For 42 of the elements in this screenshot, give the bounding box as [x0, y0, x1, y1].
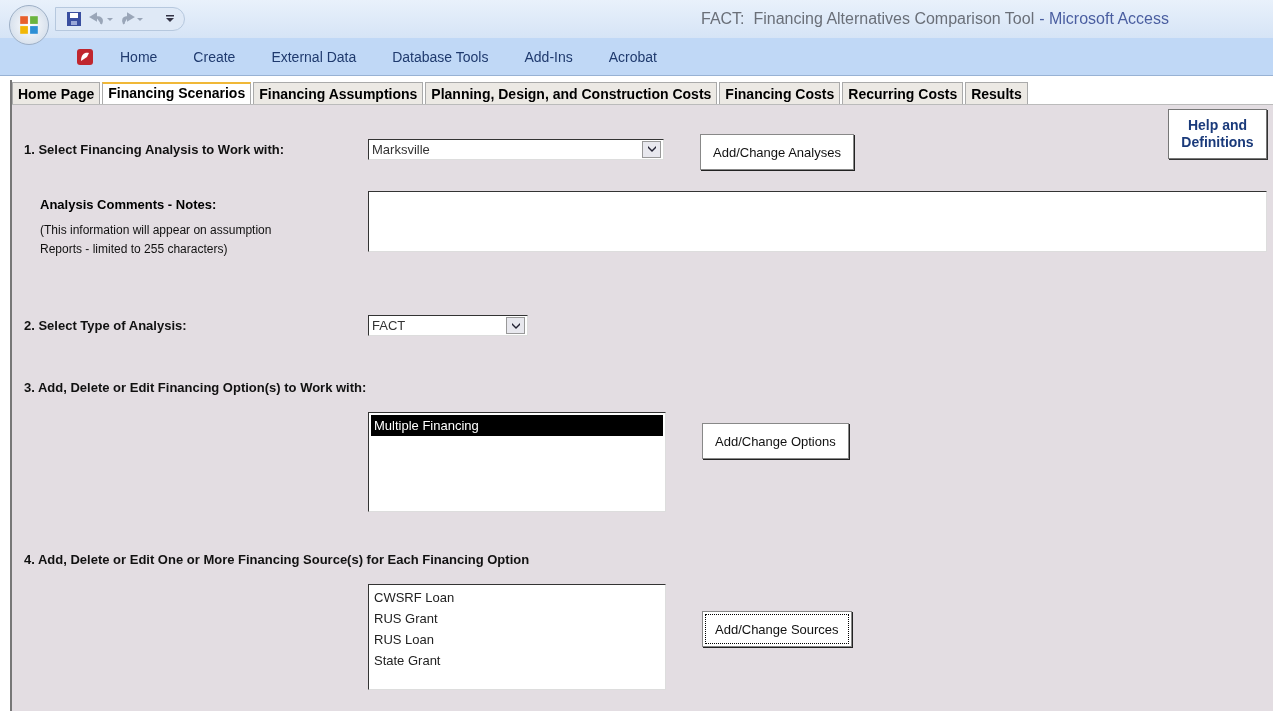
add-change-sources-button[interactable]: Add/Change Sources [702, 611, 852, 647]
dropdown-icon[interactable] [506, 317, 525, 334]
ribbon-tab[interactable]: Create [193, 48, 236, 65]
form-tab[interactable]: Financing Scenarios [102, 82, 252, 104]
options-listbox[interactable]: Multiple Financing [368, 412, 666, 512]
comments-hint: (This information will appear on assumption Reports - limited to 255 characters) [40, 222, 273, 258]
comments-field[interactable] [368, 191, 1267, 252]
form-tab[interactable]: Recurring Costs [842, 82, 964, 104]
list-item[interactable]: State Grant [371, 650, 663, 671]
form-tab[interactable]: Results [965, 82, 1028, 104]
list-item[interactable]: RUS Loan [371, 629, 663, 650]
comments-label: Analysis Comments - Notes: [40, 196, 218, 212]
step-label: 4. Add, Delete or Edit One or More Financing Source(s) for Each Financing Option [24, 552, 531, 567]
ribbon-tab[interactable]: Add-Ins [524, 48, 573, 65]
step-label: 3. Add, Delete or Edit Financing Option(s) to Work with: [24, 380, 368, 395]
customize-icon[interactable] [166, 14, 174, 24]
form-tab[interactable]: Planning, Design, and Construction Costs [425, 82, 718, 104]
list-item[interactable]: Multiple Financing [371, 415, 663, 436]
help-button[interactable]: Help and Definitions [1168, 109, 1267, 159]
list-item[interactable]: RUS Grant [371, 608, 663, 629]
save-icon[interactable] [66, 11, 82, 27]
step-label: 2. Select Type of Analysis: [24, 318, 188, 333]
ribbon-tab[interactable]: Database Tools [392, 48, 489, 65]
list-item[interactable]: CWSRF Loan [371, 587, 663, 608]
step-label: 1. Select Financing Analysis to Work with: [24, 141, 286, 157]
sources-listbox[interactable]: CWSRF Loan RUS Grant RUS Loan State Grant [368, 584, 666, 690]
ribbon-tab[interactable]: Acrobat [608, 48, 657, 65]
office-button[interactable] [9, 5, 49, 45]
app-name: - Microsoft Access [1039, 10, 1169, 27]
analysis-dropdown[interactable]: Marksville [368, 138, 664, 160]
ribbon-tab[interactable]: Home [120, 48, 158, 65]
add-change-options-button[interactable]: Add/Change Options [702, 423, 849, 459]
analysis-type-dropdown[interactable]: FACT [368, 315, 528, 336]
ribbon-tab[interactable]: External Data [271, 48, 357, 65]
window-title: FACT: Financing Alternatives Comparison Tool [701, 10, 1035, 27]
access-icon [76, 47, 94, 66]
form-tab[interactable]: Financing Assumptions [253, 82, 424, 104]
logo-icon [18, 14, 40, 36]
add-change-analyses-button[interactable]: Add/Change Analyses [700, 134, 854, 170]
dropdown-icon[interactable] [642, 140, 661, 158]
form-tab[interactable]: Home Page [12, 82, 101, 104]
form-tab[interactable]: Financing Costs [719, 82, 841, 104]
